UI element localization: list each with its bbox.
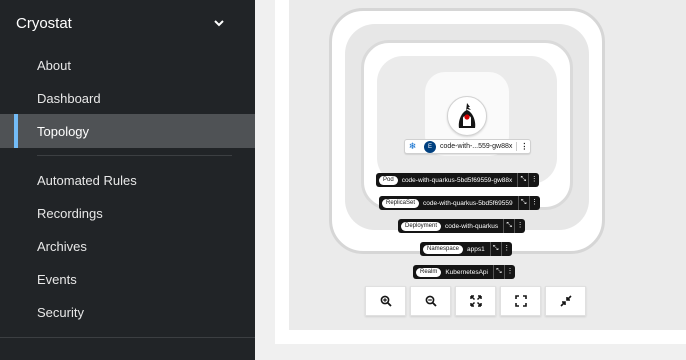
realm-label[interactable]: Realm KubernetesApi ⤡ ⋮	[413, 265, 515, 279]
collapse-icon[interactable]: ⤡	[517, 196, 529, 210]
target-node-label[interactable]: ❄ E code-with-...559-gw88x ⋮	[404, 139, 532, 154]
sidebar-item-label: Dashboard	[37, 90, 101, 106]
kebab-menu-icon[interactable]: ⋮	[514, 219, 525, 233]
sidebar-item-about[interactable]: About	[0, 48, 255, 82]
group-name: KubernetesApi	[445, 268, 488, 276]
collapse-all-button[interactable]	[545, 286, 586, 316]
sidebar: Cryostat About Dashboard Topology Automa…	[0, 0, 255, 360]
sidebar-item-recordings[interactable]: Recordings	[0, 196, 255, 230]
sidebar-item-label: Security	[37, 304, 84, 320]
group-name: code-with-quarkus	[445, 222, 499, 230]
sidebar-item-events[interactable]: Events	[0, 262, 255, 296]
namespace-label[interactable]: Namespace apps1 ⤡ ⋮	[420, 242, 512, 256]
sidebar-item-topology[interactable]: Topology	[0, 114, 255, 148]
kebab-menu-icon[interactable]: ⋮	[500, 242, 512, 256]
topology-card: ❄ E code-with-...559-gw88x ⋮ Pod code-wi…	[275, 0, 686, 344]
collapse-icon	[559, 295, 572, 307]
sidebar-item-label: About	[37, 57, 71, 73]
snowflake-icon: ❄	[408, 141, 417, 151]
group-kind-badge: Realm	[416, 267, 442, 277]
target-node-name: code-with-...559-gw88x	[440, 143, 513, 150]
group-name: code-with-quarkus-5bd5f69559	[423, 199, 513, 207]
pod-label[interactable]: Pod code-with-quarkus-5bd5f69559-gw88x ⤡…	[376, 173, 540, 187]
nav-divider	[0, 337, 255, 338]
sidebar-item-dashboard[interactable]: Dashboard	[0, 81, 255, 115]
reset-view-button[interactable]	[500, 286, 541, 316]
group-kind-badge: ReplicaSet	[382, 198, 420, 208]
zoom-out-icon	[425, 295, 437, 307]
sidebar-item-security[interactable]: Security	[0, 295, 255, 329]
chevron-down-icon	[214, 20, 224, 27]
topology-canvas[interactable]: ❄ E code-with-...559-gw88x ⋮ Pod code-wi…	[289, 0, 686, 330]
group-kind-badge: Pod	[379, 175, 398, 185]
deployment-label[interactable]: Deployment code-with-quarkus ⤡ ⋮	[398, 219, 526, 233]
collapse-icon[interactable]: ⤡	[489, 242, 501, 256]
zoom-in-icon	[380, 295, 392, 307]
app-title: Cryostat	[16, 14, 72, 32]
kebab-menu-icon[interactable]: ⋮	[503, 265, 515, 279]
sidebar-item-archives[interactable]: Archives	[0, 229, 255, 263]
collapse-icon[interactable]: ⤡	[492, 265, 504, 279]
java-duke-icon	[458, 103, 476, 128]
replicaset-label[interactable]: ReplicaSet code-with-quarkus-5bd5f69559 …	[379, 196, 540, 210]
app-switcher[interactable]: Cryostat	[0, 0, 255, 46]
group-kind-badge: Namespace	[423, 244, 464, 254]
group-name: apps1	[467, 245, 485, 253]
sidebar-item-automated-rules[interactable]: Automated Rules	[0, 163, 255, 197]
fit-to-screen-button[interactable]	[455, 286, 496, 316]
entity-badge: E	[424, 140, 436, 153]
kebab-menu-icon[interactable]: ⋮	[528, 173, 539, 187]
collapse-icon[interactable]: ⤡	[517, 173, 528, 187]
fit-to-screen-icon	[469, 295, 482, 307]
group-name: code-with-quarkus-5bd5f69559-gw88x	[401, 176, 513, 184]
main-content: ❄ E code-with-...559-gw88x ⋮ Pod code-wi…	[255, 0, 686, 360]
sidebar-item-label: Archives	[37, 238, 87, 254]
target-node[interactable]	[447, 96, 487, 136]
expand-icon	[514, 295, 527, 307]
collapse-icon[interactable]: ⤡	[503, 219, 514, 233]
sidebar-item-label: Recordings	[37, 205, 103, 221]
kebab-menu-icon[interactable]: ⋮	[528, 196, 540, 210]
kebab-menu-icon[interactable]: ⋮	[516, 142, 528, 151]
sidebar-item-label: Automated Rules	[37, 172, 137, 188]
zoom-toolbar	[365, 286, 586, 316]
nav-divider	[37, 155, 232, 156]
zoom-in-button[interactable]	[365, 286, 406, 316]
group-kind-badge: Deployment	[401, 221, 442, 231]
zoom-out-button[interactable]	[410, 286, 451, 316]
sidebar-item-label: Topology	[37, 123, 90, 139]
sidebar-item-label: Events	[37, 271, 77, 287]
